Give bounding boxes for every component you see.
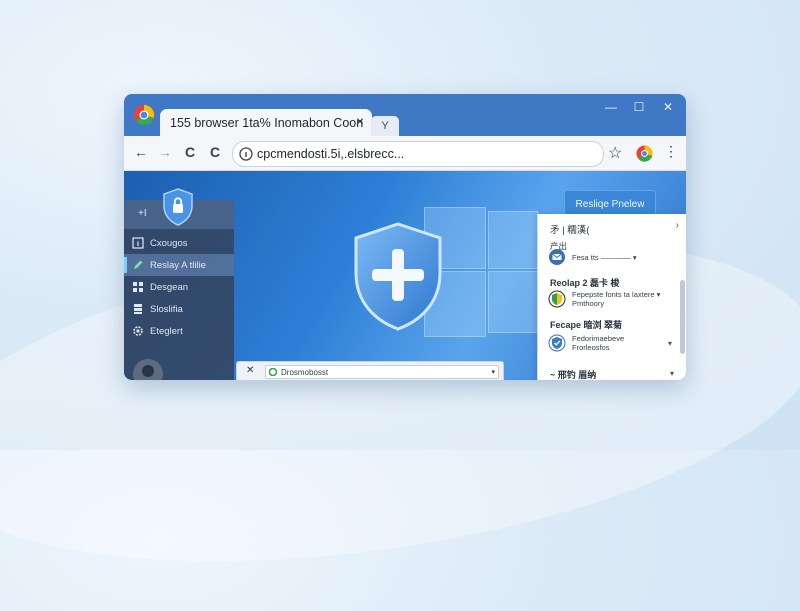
maximize-button[interactable]: ☐ <box>630 100 648 114</box>
forward-button[interactable]: → <box>156 144 174 160</box>
panel-header: 矛 | 糯漢( <box>550 225 590 236</box>
shield-yellow-icon <box>548 290 566 308</box>
sidebar-item-label: Sloslifia <box>150 303 183 315</box>
address-bar[interactable]: cpcmendosti.5i,.elsbrecc... <box>232 141 604 167</box>
browser-window: 155 browser 1ta% Inomabon Coon × Y — ☐ ✕… <box>124 94 686 380</box>
sidebar-item-reslay[interactable]: Reslay A tlilie <box>124 254 234 276</box>
title-bar: 155 browser 1ta% Inomabon Coon × Y — ☐ ✕ <box>124 94 686 136</box>
shield-plus-icon <box>354 222 442 331</box>
sidebar-item-label: Desgean <box>150 281 189 293</box>
grid-icon <box>133 282 143 292</box>
pen-icon <box>134 260 143 269</box>
shield-lock-icon <box>163 188 193 226</box>
wallpaper-pane <box>488 271 538 333</box>
minimize-button[interactable]: — <box>602 100 620 114</box>
menu-icon[interactable]: ⋮ <box>664 143 678 160</box>
active-tab[interactable]: 155 browser 1ta% Inomabon Coon × <box>160 109 372 136</box>
panel-row-item[interactable]: Fepepste fonts ta laxtere ▾ Pmthoory <box>548 288 672 310</box>
user-avatar-icon <box>142 365 154 377</box>
settings-panel: 矛 | 糯漢( › 产出 Fesa tts ———— ▾ Reolap 2 磊卡… <box>537 214 686 380</box>
panel-row-fonts[interactable]: Fesa tts ———— ▾ <box>548 246 672 268</box>
chevron-down-icon[interactable]: ▾ <box>670 369 674 378</box>
sidebar-item-label: Reslay A tlilie <box>150 259 206 271</box>
sidebar-item-sloslifia[interactable]: Sloslifia <box>124 298 234 320</box>
panel-row-item[interactable]: Fedorimaebeve Frorleosfos ▾ <box>548 332 672 354</box>
chevron-down-icon[interactable]: ▾ <box>668 339 672 348</box>
bookmark-star-icon[interactable]: ☆ <box>608 143 622 163</box>
mail-shield-icon <box>549 249 565 265</box>
sidebar-item-label: Cxougos <box>150 237 188 249</box>
back-button[interactable]: ← <box>132 144 150 160</box>
sidebar-item-label: Eteglert <box>150 325 183 337</box>
wallpaper-pane <box>488 211 538 269</box>
reload-secondary-button[interactable]: C <box>206 144 224 160</box>
panel-section-title: ~ 邢钓 眉纳 <box>550 370 597 380</box>
address-text: cpcmendosti.5i,.elsbrecc... <box>257 147 405 161</box>
avatar[interactable] <box>133 359 163 380</box>
panel-section-title: Fecape 暗浏 翠菊 <box>550 320 623 330</box>
panel-row-line1: Fedorimaebeve <box>572 334 625 343</box>
sidebar-item-cxougos[interactable]: Cxougos <box>124 232 234 254</box>
panel-row-line2: Pmthoory <box>572 299 605 308</box>
chevron-down-icon: ▾ <box>491 369 495 376</box>
bottom-bar-close-button[interactable]: ✕ <box>246 365 254 376</box>
close-button[interactable]: ✕ <box>659 100 677 114</box>
tab-title: 155 browser 1ta% Inomabon Coon <box>170 115 364 130</box>
sidebar-item-desgean[interactable]: Desgean <box>124 276 234 298</box>
chevron-right-icon[interactable]: › <box>676 220 679 231</box>
sidebar: +I Cxougos Reslay A tlilie Desgean Slosl… <box>124 188 234 380</box>
info-square-icon <box>132 237 144 249</box>
sidebar-item-eteglert[interactable]: Eteglert <box>124 320 234 342</box>
browser-toolbar: ← → C C cpcmendosti.5i,.elsbrecc... ☆ ⋮ <box>124 136 686 171</box>
sidebar-header-label: +I <box>138 208 147 219</box>
panel-row-line2: Frorleosfos <box>572 343 610 352</box>
profile-icon[interactable] <box>636 145 653 162</box>
bottom-bar-select[interactable]: Drosmobosst ▾ <box>265 365 499 379</box>
status-dot-icon <box>269 368 277 376</box>
panel-row-text: Fesa tts ———— ▾ <box>572 252 637 262</box>
settings-icon <box>133 326 143 336</box>
panel-scrollbar[interactable] <box>680 280 685 354</box>
site-info-icon[interactable] <box>239 147 253 161</box>
shield-blue-icon <box>548 334 566 352</box>
browser-logo-icon <box>134 104 155 126</box>
page-content: +I Cxougos Reslay A tlilie Desgean Slosl… <box>124 171 686 380</box>
bottom-download-bar: ✕ Drosmobosst ▾ <box>236 361 504 380</box>
bottom-bar-select-text: Drosmobosst <box>281 367 329 377</box>
reload-button[interactable]: C <box>181 144 199 160</box>
tab-close-button[interactable]: × <box>356 113 364 129</box>
layers-icon <box>134 304 142 314</box>
panel-row-line1: Fepepste fonts ta laxtere ▾ <box>572 290 661 299</box>
new-tab-button[interactable]: Y <box>371 116 399 136</box>
